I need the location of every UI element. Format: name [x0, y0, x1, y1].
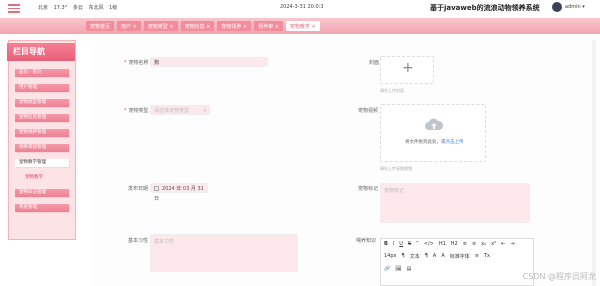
- editor-toolbar-row3: 🔗 🖼 ▤: [381, 264, 533, 276]
- pet-video-drop-text: 将文件拖到此处，或点击上传: [405, 140, 464, 145]
- ordered-list-button[interactable]: ≡: [463, 241, 467, 247]
- underline-button[interactable]: U: [399, 241, 403, 247]
- editor-toolbar-row2: 14px ¶ 文本 ¶ A A 标准字体 ≡ Tx: [381, 251, 533, 264]
- sidebar-item-system[interactable]: 系统管理: [15, 204, 69, 212]
- basic-habits-label: 基本习性: [128, 238, 149, 244]
- quote-button[interactable]: ”: [416, 241, 419, 247]
- paragraph-icon[interactable]: ¶: [402, 253, 405, 260]
- calendar-icon: [154, 186, 159, 191]
- pet-video-upload[interactable]: 将文件拖到此处，或点击上传: [380, 104, 486, 162]
- image-icon[interactable]: 🖼: [395, 266, 401, 272]
- sidebar-title: 栏目导航: [7, 43, 75, 61]
- tab-adoption-review[interactable]: 领养审 ×: [254, 21, 283, 31]
- sidebar-item-pet-diary[interactable]: 宠物日记管理: [15, 189, 69, 197]
- feeding-knowledge-label: 喂养知识: [356, 238, 377, 244]
- weather-condition: 多云: [72, 5, 83, 11]
- indent-button[interactable]: ⇥: [510, 241, 514, 247]
- link-icon[interactable]: 🔗: [384, 266, 390, 272]
- watermark: CSDN @程序员阿龙: [522, 272, 596, 281]
- pet-name-input[interactable]: 狗: [150, 57, 268, 67]
- pet-type-select[interactable]: 请选择宠物类型 ▾: [150, 105, 210, 115]
- sidebar-item-adoption-review[interactable]: 领养审核管理: [15, 144, 69, 152]
- italic-button[interactable]: I: [393, 241, 394, 247]
- paragraph-format-icon[interactable]: ¶: [425, 253, 428, 260]
- cloud-upload-icon: [425, 118, 443, 130]
- click-upload-link[interactable]: 点击上传: [446, 140, 464, 145]
- basic-habits-textarea[interactable]: 基本习性: [150, 234, 298, 272]
- cover-hint: 请先上传封面: [380, 88, 404, 93]
- background-color-button[interactable]: A: [441, 253, 444, 260]
- publish-date-label: 发布日期: [128, 186, 149, 192]
- superscript-button[interactable]: x²: [491, 241, 496, 247]
- weather-temp: 17.3°: [53, 5, 68, 11]
- sidebar-item-pet-info[interactable]: 宠物信息管理: [15, 114, 69, 122]
- sidebar-subitem-pet-teaching[interactable]: 宠物教学: [15, 174, 69, 182]
- weather-city: 北京: [38, 5, 49, 11]
- font-color-button[interactable]: A: [433, 253, 436, 260]
- weather-wind: 东北风: [88, 5, 104, 11]
- cover-label: 封面: [369, 60, 380, 66]
- bold-button[interactable]: B: [384, 241, 388, 247]
- bullet-list-button[interactable]: ≡: [472, 241, 476, 247]
- h2-button[interactable]: H2: [451, 241, 458, 247]
- h1-button[interactable]: H1: [439, 241, 446, 247]
- sidebar: 栏目导航 首页 · 首页 用户管理 宠物类型管理 宠物信息管理 宠物领养管理 领…: [7, 40, 76, 240]
- cover-upload[interactable]: +: [380, 56, 434, 84]
- top-bar: 北京 17.3° 多云 东北风 1级 2024-3-31 20:0:3 基于ja…: [0, 0, 600, 18]
- user-menu[interactable]: admin ▾: [552, 2, 585, 12]
- pet-name-label: * 宠物名称: [124, 60, 149, 66]
- pet-type-placeholder: 请选择宠物类型: [154, 108, 190, 114]
- current-datetime: 2024-3-31 20:0:3: [280, 4, 324, 10]
- pet-type-label: * 宠物类型: [124, 108, 149, 114]
- align-button[interactable]: ≡: [475, 253, 479, 260]
- chevron-down-icon: ▾: [580, 4, 585, 10]
- scrollbar[interactable]: [592, 40, 596, 286]
- chevron-down-icon: ▾: [203, 108, 206, 114]
- font-size-select[interactable]: 14px: [384, 253, 397, 260]
- weather-widget: 北京 17.3° 多云 东北风 1级: [38, 4, 121, 11]
- sidebar-item-pet-types[interactable]: 宠物类型管理: [15, 99, 69, 107]
- tab-users[interactable]: 用户 ×: [117, 21, 141, 31]
- weather-level: 1级: [109, 5, 118, 11]
- sidebar-item-users[interactable]: 用户管理: [15, 84, 69, 92]
- tab-pet-info[interactable]: 宠物信息 ×: [180, 21, 215, 31]
- editor-toolbar-row1: B I U S ” </> H1 H2 ≡ ≡ x₂ x² ⇤ ⇥: [381, 239, 533, 251]
- pet-notes-textarea[interactable]: 宠物标记: [380, 183, 530, 223]
- rich-text-editor[interactable]: B I U S ” </> H1 H2 ≡ ≡ x₂ x² ⇤ ⇥ 14px ¶…: [380, 238, 534, 286]
- clear-format-button[interactable]: Tx: [484, 253, 490, 260]
- tab-bar: 宠物首页 用户 × 宠物类型 × 宠物信息 × 宠物领养 × 领养审 × 宠物教…: [0, 18, 600, 34]
- tab-pet-adoption[interactable]: 宠物领养 ×: [217, 21, 252, 31]
- sidebar-item-pet-teaching[interactable]: 宠物教学管理: [15, 159, 69, 167]
- text-style-select[interactable]: 文本: [410, 253, 420, 260]
- hamburger-icon[interactable]: [8, 2, 20, 14]
- username: admin: [565, 4, 581, 10]
- video-icon[interactable]: ▤: [407, 266, 412, 272]
- system-title: 基于javaweb的流浪动物领养系统: [430, 4, 540, 12]
- pet-notes-label: 宠物标记: [358, 186, 379, 192]
- tab-pet-teaching[interactable]: 宠物教学 ×: [285, 21, 320, 31]
- pet-video-hint: 请先上传宠物视频: [380, 166, 412, 171]
- plus-icon: +: [402, 60, 414, 76]
- sidebar-item-home[interactable]: 首页 · 首页: [15, 69, 69, 77]
- tab-pet-home[interactable]: 宠物首页: [86, 21, 115, 31]
- publish-date-input[interactable]: 2024 年 03 月 31 日: [150, 183, 208, 202]
- font-family-select[interactable]: 标准字体: [450, 253, 470, 260]
- sidebar-item-pet-adoption[interactable]: 宠物领养管理: [15, 129, 69, 137]
- outdent-button[interactable]: ⇤: [501, 241, 505, 247]
- code-button[interactable]: </>: [424, 241, 434, 247]
- tab-pet-types[interactable]: 宠物类型 ×: [143, 21, 178, 31]
- subscript-button[interactable]: x₂: [481, 241, 486, 247]
- avatar: [552, 2, 562, 12]
- strikethrough-button[interactable]: S: [408, 241, 411, 247]
- pet-video-label: 宠物视频: [358, 108, 379, 114]
